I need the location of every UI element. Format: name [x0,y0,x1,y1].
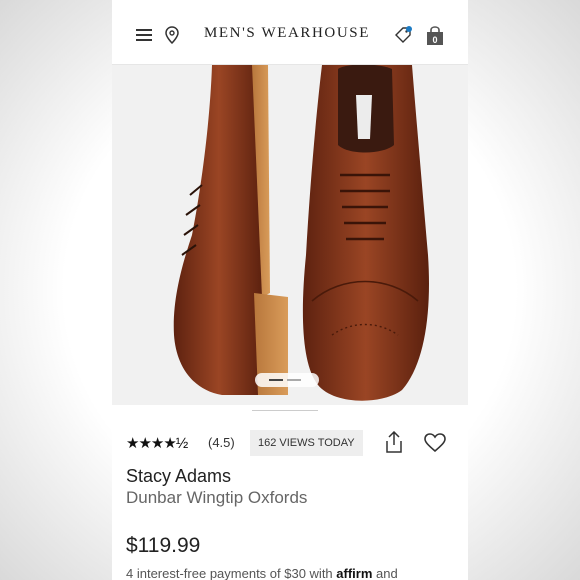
site-header: MEN'S WEARHOUSE 0 [112,0,468,65]
heart-icon[interactable] [424,433,446,453]
gallery-divider [252,410,318,411]
location-pin-icon[interactable] [165,26,179,44]
star-rating[interactable]: ★★★★½ [126,434,188,452]
rating-value[interactable]: (4.5) [208,435,235,450]
notification-dot [406,26,412,32]
affirm-logo[interactable]: affirm [336,566,372,580]
pager-dot-active[interactable] [269,379,283,381]
carousel-pager[interactable] [255,373,319,387]
product-price: $119.99 [126,534,201,557]
product-brand[interactable]: Stacy Adams [126,466,231,487]
pager-dot[interactable] [287,379,301,381]
rating-row: ★★★★½ (4.5) 162 VIEWS TODAY [126,430,456,456]
installment-suffix: and [376,566,398,580]
brand-logo[interactable]: MEN'S WEARHOUSE [198,25,376,42]
cart-count: 0 [432,35,438,45]
hamburger-icon[interactable] [136,29,152,41]
product-page: MEN'S WEARHOUSE 0 ★★★★½ (4.5) 162 VIEWS … [112,0,468,580]
product-image-gallery[interactable] [112,65,468,405]
installment-info: 4 interest-free payments of $30 with aff… [126,566,398,580]
shoe-pair-image [173,65,429,401]
views-badge: 162 VIEWS TODAY [250,430,363,456]
product-title: Dunbar Wingtip Oxfords [126,488,308,507]
installment-text: 4 interest-free payments of $30 with [126,566,333,580]
share-icon[interactable] [384,431,404,453]
